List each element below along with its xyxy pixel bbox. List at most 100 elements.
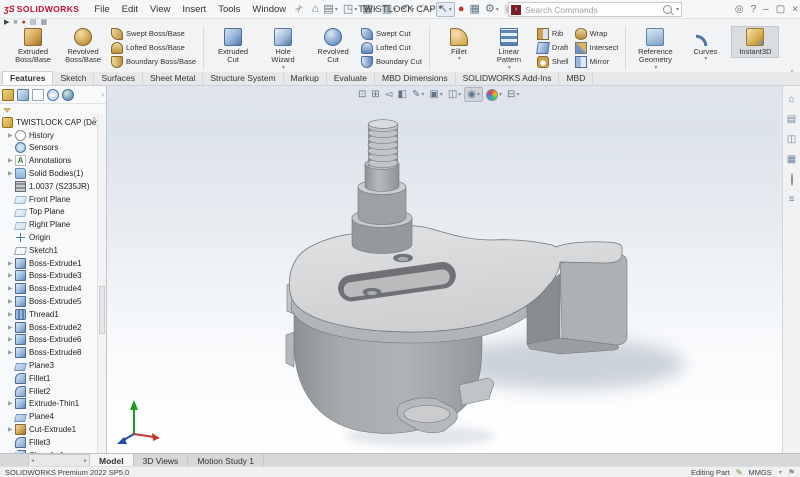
tree-item-fillet1[interactable]: Fillet1 [0, 372, 106, 385]
help-icon[interactable]: ? [751, 4, 757, 15]
view-orientation-icon-dropdown[interactable]: ▾ [440, 91, 443, 98]
expand-chevron-icon[interactable]: ▶ [8, 336, 15, 343]
save-icon[interactable]: ▦▾ [360, 3, 378, 16]
extruded-boss-base-button[interactable]: ExtrudedBoss/Base [9, 26, 57, 67]
section-view-icon[interactable]: ◧ [395, 88, 408, 101]
propertymanager-tab-icon[interactable] [17, 89, 29, 101]
configurationmanager-tab-icon[interactable] [32, 89, 44, 101]
new-document-icon-dropdown[interactable]: ▾ [335, 6, 338, 13]
tab-evaluate[interactable]: Evaluate [327, 72, 375, 85]
new-document-icon[interactable]: ▤▾ [321, 3, 339, 16]
previous-view-icon[interactable]: ◅ [383, 88, 395, 101]
tab-markup[interactable]: Markup [284, 72, 327, 85]
tab-sketch[interactable]: Sketch [53, 72, 94, 85]
model-left-tab-lower[interactable] [286, 332, 294, 367]
shell-button[interactable]: Shell [535, 55, 571, 68]
menu-tools[interactable]: Tools [213, 3, 245, 16]
draft-button[interactable]: Draft [535, 41, 571, 54]
options-icon-dropdown[interactable]: ▾ [496, 6, 499, 13]
run-macro-icon[interactable]: ▶ [4, 19, 9, 27]
search-dropdown-icon[interactable]: ▾ [676, 6, 679, 13]
new-macro-icon[interactable]: ▤ [30, 19, 37, 27]
swept-boss-base-button[interactable]: Swept Boss/Base [109, 27, 198, 40]
wrap-button[interactable]: Wrap [573, 27, 621, 40]
tree-item-fillet2[interactable]: Fillet2 [0, 385, 106, 398]
displaymanager-tab-icon[interactable] [62, 89, 74, 101]
revolved-cut-button[interactable]: RevolvedCut [309, 26, 357, 67]
view-palette-icon[interactable]: ▦ [787, 154, 796, 165]
pin-menu-icon[interactable]: ⊼ [292, 3, 304, 16]
open-icon[interactable]: ◳▾ [341, 3, 359, 16]
file-properties-icon[interactable]: ▦ [467, 3, 481, 16]
tree-scrollbar[interactable] [97, 114, 106, 454]
tree-root-item[interactable]: TWISTLOCK CAP (Default) [0, 116, 106, 129]
view-orientation-icon[interactable]: ▣▾ [427, 88, 444, 101]
mirror-button[interactable]: Mirror [573, 55, 621, 68]
model-hole-left[interactable] [363, 288, 381, 296]
boundary-cut-button[interactable]: Boundary Cut [359, 55, 424, 68]
reference-geometry-button[interactable]: ReferenceGeometry▾ [631, 26, 679, 73]
intersect-button[interactable]: Intersect [573, 41, 621, 54]
tree-item-plane4[interactable]: Plane4 [0, 410, 106, 423]
display-style-icon[interactable]: ◫▾ [446, 88, 463, 101]
undo-icon[interactable]: ↶▾ [399, 3, 416, 16]
tree-item-1-0037-s235jr-[interactable]: 1.0037 (S235JR) [0, 180, 106, 193]
tree-collapse-icon[interactable]: ^ [92, 116, 96, 125]
linear-pattern-dropdown-icon[interactable]: ▾ [508, 65, 511, 72]
redo-icon-dropdown[interactable]: ▾ [430, 6, 433, 13]
login-icon[interactable]: ◎ [735, 4, 744, 15]
display-style-icon-dropdown[interactable]: ▾ [458, 91, 461, 98]
home-icon[interactable]: ⌂ [310, 3, 321, 16]
tree-item-history[interactable]: ▶History [0, 129, 106, 142]
tab-solidworks-add-ins[interactable]: SOLIDWORKS Add-Ins [456, 72, 560, 85]
rib-button[interactable]: Rib [535, 27, 571, 40]
menu-insert[interactable]: Insert [177, 3, 211, 16]
expand-chevron-icon[interactable]: ▶ [8, 272, 15, 279]
tag-icon[interactable]: ⚑ [788, 468, 795, 477]
search-icon[interactable] [663, 5, 672, 14]
tree-item-boss-extrude2[interactable]: ▶Boss-Extrude2 [0, 321, 106, 334]
tree-item-boss-extrude5[interactable]: ▶Boss-Extrude5 [0, 295, 106, 308]
panel-tabs-overflow-icon[interactable]: › [101, 90, 104, 99]
stop-macro-icon[interactable]: ■ [13, 19, 17, 27]
tree-item-boss-extrude3[interactable]: ▶Boss-Extrude3 [0, 270, 106, 283]
extruded-cut-button[interactable]: ExtrudedCut [209, 26, 257, 67]
zoom-to-area-icon[interactable]: ⊞ [369, 88, 381, 101]
linear-pattern-button[interactable]: LinearPattern▾ [485, 26, 533, 73]
tree-item-boss-extrude4[interactable]: ▶Boss-Extrude4 [0, 282, 106, 295]
expand-chevron-icon[interactable]: ▶ [8, 400, 15, 407]
custom-properties-icon[interactable]: ≡ [789, 194, 795, 205]
tree-item-top-plane[interactable]: Top Plane [0, 206, 106, 219]
edit-macro-icon[interactable]: ▦ [40, 19, 47, 27]
revolved-boss-base-button[interactable]: RevolvedBoss/Base [59, 26, 107, 67]
expand-chevron-icon[interactable]: ▶ [8, 311, 15, 318]
featuremanager-tab-icon[interactable] [2, 89, 14, 101]
options-icon[interactable]: ⚙▾ [483, 3, 501, 16]
boundary-boss-base-button[interactable]: Boundary Boss/Base [109, 55, 198, 68]
open-icon-dropdown[interactable]: ▾ [354, 6, 357, 13]
expand-chevron-icon[interactable]: ▶ [8, 157, 15, 164]
tree-item-boss-extrude1[interactable]: ▶Boss-Extrude1 [0, 257, 106, 270]
tree-item-cut-extrude1[interactable]: ▶Cut-Extrude1 [0, 423, 106, 436]
expand-chevron-icon[interactable]: ▶ [8, 285, 15, 292]
hole-wizard-button[interactable]: HoleWizard▾ [259, 26, 307, 73]
tree-item-right-plane[interactable]: Right Plane [0, 218, 106, 231]
zoom-to-fit-icon[interactable]: ⊡ [356, 88, 368, 101]
tab-surfaces[interactable]: Surfaces [94, 72, 143, 85]
edit-appearance-icon-dropdown[interactable]: ▾ [499, 91, 502, 98]
tree-item-plane3[interactable]: Plane3 [0, 359, 106, 372]
tab-features[interactable]: Features [2, 71, 53, 85]
menu-edit[interactable]: Edit [117, 3, 143, 16]
instant3d-button[interactable]: Instant3D [731, 26, 779, 58]
home-icon[interactable]: ⌂ [788, 94, 794, 105]
select-icon[interactable]: ↖▾ [436, 2, 455, 17]
rebuild-icon[interactable]: ● [456, 3, 467, 16]
tree-item-front-plane[interactable]: Front Plane [0, 193, 106, 206]
appearances-icon[interactable] [791, 174, 793, 185]
fillet-dropdown-icon[interactable]: ▾ [458, 56, 461, 63]
expand-chevron-icon[interactable]: ▶ [8, 324, 15, 331]
menu-window[interactable]: Window [247, 3, 291, 16]
minimize-icon[interactable]: – [763, 4, 769, 15]
record-macro-icon[interactable]: ● [22, 19, 26, 27]
fillet-button[interactable]: Fillet▾ [435, 26, 483, 65]
